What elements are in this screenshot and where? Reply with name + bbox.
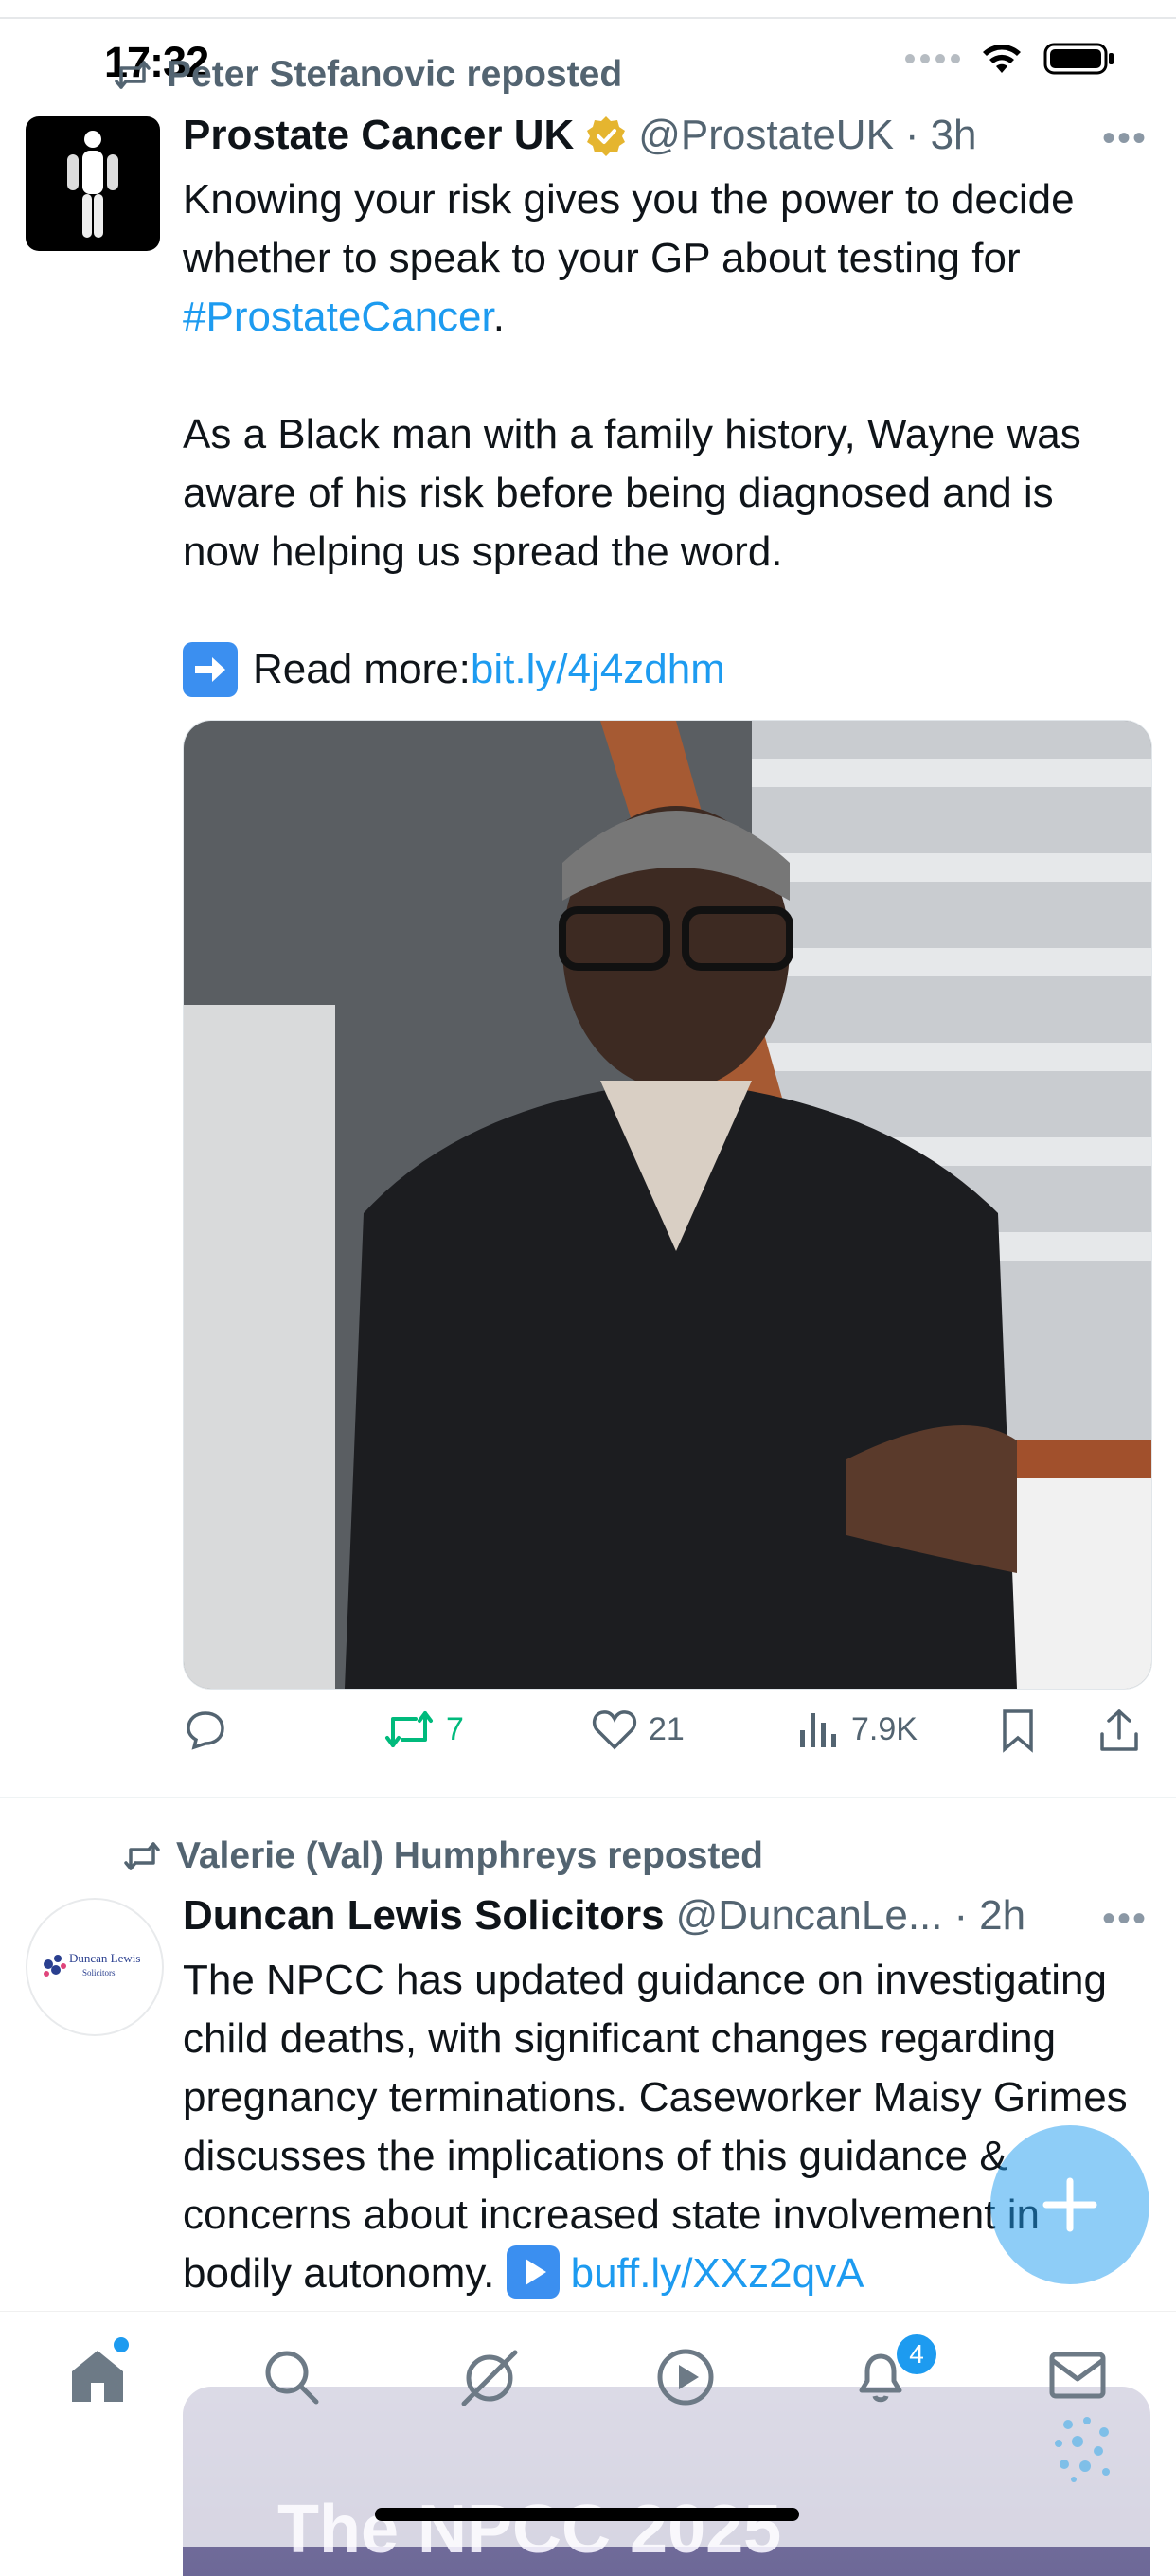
verified-badge-icon — [587, 116, 626, 156]
compose-icon — [1042, 2177, 1097, 2232]
tweet-paragraph-2: As a Black man with a family history, Wa… — [183, 411, 1081, 575]
author-row-2: Duncan Lewis Solicitors @DuncanLe... · 2… — [183, 1892, 1025, 1940]
repost-icon — [124, 1842, 160, 1870]
share-icon — [1100, 1709, 1138, 1751]
notifications-badge: 4 — [894, 2332, 939, 2377]
tab-search[interactable] — [261, 2347, 322, 2412]
play-emoji-icon — [506, 2245, 560, 2299]
more-icon[interactable]: ••• — [1102, 1898, 1148, 1941]
tab-video[interactable] — [655, 2347, 716, 2412]
reply-button[interactable] — [183, 1708, 228, 1753]
more-icon[interactable]: ••• — [1102, 117, 1148, 160]
retweet-icon — [385, 1711, 433, 1747]
tab-home[interactable] — [66, 2337, 129, 2412]
reply-icon — [187, 1711, 224, 1750]
svg-text:Duncan Lewis: Duncan Lewis — [69, 1951, 140, 1965]
views-icon — [800, 1713, 836, 1747]
repost-label-2: Valerie (Val) Humphreys reposted — [176, 1835, 763, 1876]
tab-messages[interactable] — [1047, 2349, 1108, 2406]
author-avatar[interactable] — [26, 116, 160, 251]
svg-text:Solicitors: Solicitors — [82, 1968, 116, 1977]
video-icon — [657, 2349, 714, 2406]
search-icon — [265, 2351, 319, 2405]
status-icons — [905, 42, 1115, 76]
bookmark-button[interactable] — [999, 1708, 1037, 1753]
tweet-text-period: . — [492, 294, 505, 340]
prostate-uk-logo-icon — [67, 131, 118, 238]
author-name-2[interactable]: Duncan Lewis Solicitors — [183, 1892, 665, 1940]
retweet-count: 7 — [446, 1710, 464, 1747]
home-icon — [72, 2351, 123, 2402]
tweet-actions: 7 21 7.9K — [183, 1708, 1150, 1764]
tweet-body: Knowing your risk gives you the power to… — [183, 170, 1139, 699]
tweet-time-2[interactable]: 2h — [979, 1892, 1025, 1940]
tab-grok[interactable] — [458, 2347, 521, 2414]
tweet-link-2[interactable]: buff.ly/XXz2qvA — [571, 2250, 864, 2297]
bookmark-icon — [1003, 1709, 1033, 1753]
repost-label: Peter Stefanovic reposted — [167, 54, 623, 95]
view-count: 7.9K — [851, 1710, 918, 1747]
author-avatar-2[interactable]: Duncan Lewis Solicitors — [26, 1898, 164, 2036]
tweet-body-2: The NPCC has updated guidance on investi… — [183, 1951, 1139, 2303]
read-more-link[interactable]: bit.ly/4j4zdhm — [471, 640, 725, 699]
author-name[interactable]: Prostate Cancer UK — [183, 112, 574, 159]
time-separator: · — [904, 112, 919, 158]
share-button[interactable] — [1097, 1708, 1141, 1753]
repost-context[interactable]: Peter Stefanovic reposted — [114, 54, 622, 96]
tweet-time[interactable]: 3h — [931, 112, 977, 159]
like-icon — [592, 1710, 637, 1750]
grok-icon — [461, 2350, 518, 2406]
tweet-divider — [0, 1797, 1176, 1798]
views-button[interactable]: 7.9K — [796, 1708, 918, 1751]
messages-icon — [1049, 2352, 1106, 2399]
battery-icon — [1043, 43, 1114, 75]
hashtag-link[interactable]: #ProstateCancer — [183, 294, 493, 340]
author-handle[interactable]: @ProstateUK — [638, 112, 894, 159]
signal-dots-icon — [905, 54, 960, 63]
home-indicator — [375, 2508, 799, 2521]
tweet-text-part: Knowing your risk gives you the power to… — [183, 176, 1075, 281]
wifi-icon — [983, 45, 1021, 73]
like-count: 21 — [649, 1710, 685, 1747]
dots-decoration-icon — [1049, 2413, 1121, 2490]
read-more-label: Read more: — [253, 646, 471, 692]
time-separator-2: · — [953, 1892, 969, 1939]
author-row: Prostate Cancer UK @ProstateUK · 3h — [183, 112, 977, 159]
compose-button[interactable] — [990, 2125, 1149, 2284]
tweet-text-2: The NPCC has updated guidance on investi… — [183, 1957, 1128, 2297]
repost-context-2[interactable]: Valerie (Val) Humphreys reposted — [123, 1835, 763, 1877]
like-button[interactable]: 21 — [592, 1708, 685, 1751]
duncan-lewis-logo-icon: Duncan Lewis Solicitors — [44, 1951, 140, 1977]
repost-icon — [115, 61, 151, 89]
top-divider — [0, 17, 1176, 19]
arrow-right-emoji-icon — [183, 642, 238, 697]
retweet-button[interactable]: 7 — [383, 1708, 464, 1751]
author-handle-2[interactable]: @DuncanLe... — [676, 1892, 943, 1940]
home-unread-dot — [114, 2337, 129, 2352]
tweet-photo[interactable] — [183, 720, 1152, 1690]
